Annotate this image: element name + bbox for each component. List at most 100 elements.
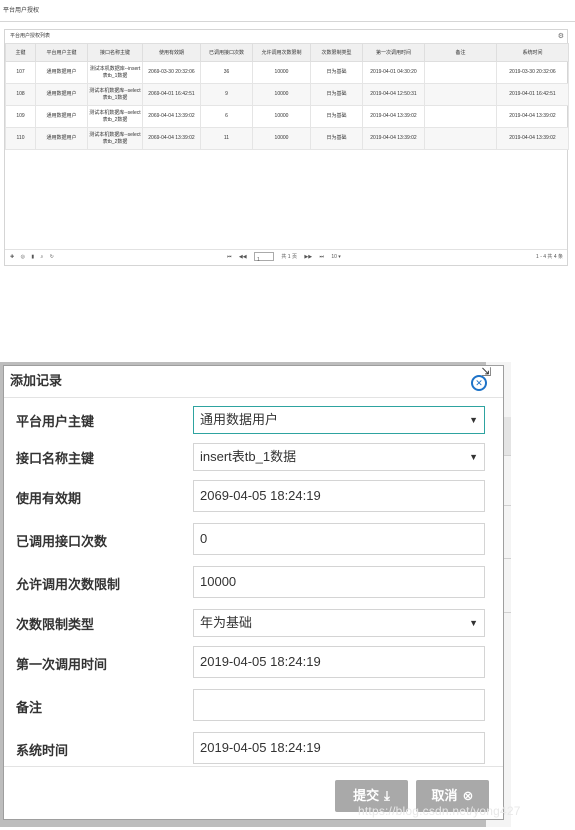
first-call-input[interactable]: 2019-04-05 18:24:19 (193, 646, 485, 678)
chevron-down-icon: ▼ (469, 452, 478, 462)
page-size-select[interactable]: 10 ▾ (331, 254, 340, 260)
dialog-divider (4, 397, 503, 398)
table-cell: 10000 (252, 61, 311, 84)
label-system-time: 系统时间 (16, 743, 69, 758)
page-number-input[interactable]: 1 (254, 252, 274, 263)
table-row[interactable]: 109 通用数据用户 测试本机数据库--select表tb_2数据 2069-04-0… (5, 105, 569, 128)
label-interface: 接口名称主键 (16, 451, 95, 466)
chevron-down-icon: ▼ (469, 415, 478, 425)
watermark: https://blog.csdn.net/yong427 (358, 804, 521, 818)
grid-column-header[interactable]: 次数限制类型 (310, 43, 363, 62)
label-remark: 备注 (16, 700, 43, 715)
table-cell (424, 127, 497, 150)
grid-column-header[interactable]: 第一次调用时间 (362, 43, 425, 62)
grid-panel: 平台用户授权列表 ⚙ 主键 平台用户主键 接口名称主键 使用有效期 已调用接口次数 允许调… (4, 29, 569, 266)
table-cell: 10000 (252, 105, 311, 128)
table-cell: 通用数据用户 (35, 83, 88, 106)
call-limit-input[interactable]: 10000 (193, 566, 485, 598)
page-title: 平台用户授权 (0, 0, 575, 22)
table-cell (424, 83, 497, 106)
table-cell: 2019-04-04 13:39:02 (496, 127, 569, 150)
gear-icon[interactable]: ⚙ (558, 30, 564, 43)
search-icon[interactable]: ⌕ (41, 254, 44, 260)
dialog-footer-divider (4, 766, 503, 767)
pager: ✚ ◎ ▮ ⌕ ↻ ⏮ ◀◀ 1 共 1 页 ▶▶ ⏭ 10 ▾ 1 - 4 共… (5, 249, 567, 265)
table-cell: 2069-03-30 20:32:06 (142, 61, 201, 84)
remark-input[interactable] (193, 689, 485, 721)
table-cell: 测试本机数据库--select表tb_2数据 (87, 105, 143, 128)
grid-column-header[interactable]: 系统时间 (496, 43, 569, 62)
grid-column-header[interactable]: 已调用接口次数 (200, 43, 253, 62)
table-row[interactable]: 108 通用数据用户 测试本机数据库--select表tb_1数据 2069-04-0… (5, 83, 569, 106)
grid-column-header[interactable]: 允许调用次数限制 (252, 43, 311, 62)
table-cell: 2069-04-04 13:39:02 (142, 105, 201, 128)
table-cell: 2069-04-04 13:39:02 (142, 127, 201, 150)
grid-column-header[interactable]: 备注 (424, 43, 497, 62)
add-record-dialog: 添加记录 ✕ 平台用户主键 通用数据用户 ▼ 接口名称主键 insert表tb_1… (3, 365, 504, 820)
table-cell: 109 (5, 105, 36, 128)
grid-column-header[interactable]: 主键 (5, 43, 36, 62)
table-cell: 日为基础 (310, 105, 363, 128)
add-icon[interactable]: ✚ (10, 254, 14, 260)
table-cell: 日为基础 (310, 83, 363, 106)
chevron-down-icon: ▼ (469, 618, 478, 628)
label-called-count: 已调用接口次数 (16, 534, 108, 549)
table-cell: 日为基础 (310, 127, 363, 150)
page-count: 共 1 页 (281, 254, 297, 260)
table-cell: 2019-04-04 13:39:02 (362, 127, 425, 150)
data-grid: 主键 平台用户主键 接口名称主键 使用有效期 已调用接口次数 允许调用次数限制 次数限制类型… (5, 43, 569, 150)
table-cell: 2019-04-01 16:42:51 (496, 83, 569, 106)
grid-column-header[interactable]: 接口名称主键 (87, 43, 143, 62)
next-page-icon[interactable]: ▶▶ (304, 254, 312, 260)
panel-title: 平台用户授权列表 (10, 33, 51, 39)
table-cell: 107 (5, 61, 36, 84)
table-cell: 2019-04-04 13:39:02 (362, 105, 425, 128)
label-valid-until: 使用有效期 (16, 491, 82, 506)
table-cell: 6 (200, 105, 253, 128)
limit-type-select[interactable]: 年为基础 ▼ (193, 609, 485, 637)
table-cell: 日为基础 (310, 61, 363, 84)
table-cell: 108 (5, 83, 36, 106)
label-first-call: 第一次调用时间 (16, 657, 108, 672)
table-cell: 测试本机数据库--insert表tb_1数据 (87, 61, 143, 84)
view-icon[interactable]: ◎ (21, 254, 25, 260)
table-cell (424, 61, 497, 84)
valid-until-input[interactable]: 2069-04-05 18:24:19 (193, 480, 485, 512)
panel-header: 平台用户授权列表 ⚙ (5, 30, 567, 43)
table-cell: 9 (200, 83, 253, 106)
table-cell: 2019-04-04 12:50:31 (362, 83, 425, 106)
dialog-title: 添加记录 (10, 373, 63, 388)
table-row[interactable]: 107 通用数据用户 测试本机数据库--insert表tb_1数据 2069-03-3… (5, 61, 569, 84)
table-cell: 通用数据用户 (35, 127, 88, 150)
table-cell: 通用数据用户 (35, 105, 88, 128)
table-cell (424, 105, 497, 128)
grid-column-header[interactable]: 使用有效期 (142, 43, 201, 62)
table-cell: 36 (200, 61, 253, 84)
table-cell: 10000 (252, 83, 311, 106)
table-cell: 2019-04-04 13:39:02 (496, 105, 569, 128)
grid-header-row: 主键 平台用户主键 接口名称主键 使用有效期 已调用接口次数 允许调用次数限制 次数限制类型… (5, 43, 569, 62)
table-cell: 测试本机数据库--select表tb_1数据 (87, 83, 143, 106)
record-summary: 1 - 4 共 4 条 (536, 254, 563, 260)
table-cell: 测试本机数据库--select表tb_2数据 (87, 127, 143, 150)
table-cell: 2019-04-01 04:30:20 (362, 61, 425, 84)
table-row[interactable]: 110 通用数据用户 测试本机数据库--select表tb_2数据 2069-04-0… (5, 127, 569, 150)
resize-icon[interactable]: ⇲ (481, 365, 491, 379)
refresh-icon[interactable]: ↻ (50, 254, 54, 260)
prev-page-icon[interactable]: ◀◀ (239, 254, 247, 260)
table-cell: 110 (5, 127, 36, 150)
table-cell: 2069-04-01 16:42:51 (142, 83, 201, 106)
label-limit-type: 次数限制类型 (16, 617, 95, 632)
label-call-limit: 允许调用次数限制 (16, 577, 121, 592)
system-time-input[interactable]: 2019-04-05 18:24:19 (193, 732, 485, 764)
first-page-icon[interactable]: ⏮ (227, 254, 232, 260)
last-page-icon[interactable]: ⏭ (319, 254, 324, 260)
table-cell: 2019-03-30 20:32:06 (496, 61, 569, 84)
table-cell: 10000 (252, 127, 311, 150)
table-cell: 通用数据用户 (35, 61, 88, 84)
interface-select[interactable]: insert表tb_1数据 ▼ (193, 443, 485, 471)
called-count-input[interactable]: 0 (193, 523, 485, 555)
platform-user-select[interactable]: 通用数据用户 ▼ (193, 406, 485, 434)
delete-icon[interactable]: ▮ (31, 254, 34, 260)
grid-column-header[interactable]: 平台用户主键 (35, 43, 88, 62)
